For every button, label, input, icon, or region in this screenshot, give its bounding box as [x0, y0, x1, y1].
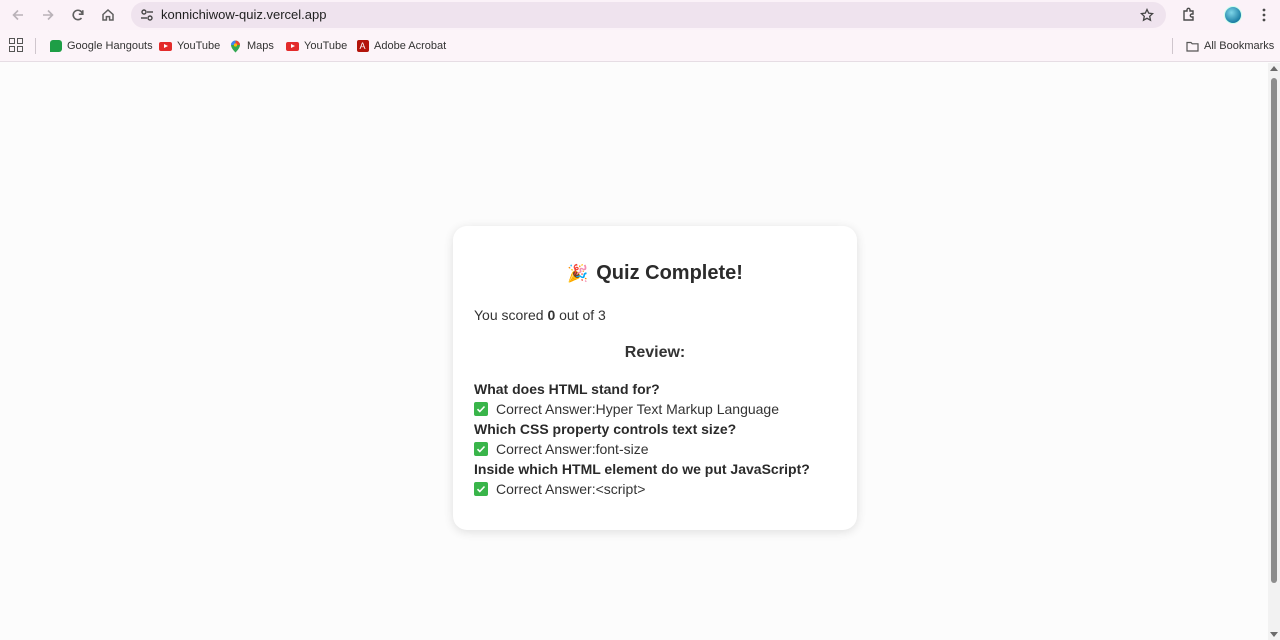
folder-icon [1186, 40, 1199, 53]
acrobat-icon: A [356, 40, 369, 53]
profile-avatar[interactable] [1224, 6, 1242, 24]
bookmarks-bar: Google Hangouts YouTube Maps YouTube A A… [0, 30, 1280, 62]
page-scrollbar[interactable] [1268, 63, 1280, 640]
back-arrow-icon [12, 9, 23, 21]
quiz-title-text: Quiz Complete! [596, 262, 743, 284]
answer-text: Hyper Text Markup Language [595, 401, 780, 417]
answer-prefix: Correct Answer: [496, 441, 596, 457]
party-popper-icon: 🎉 [567, 264, 589, 283]
bookmarks-divider [35, 38, 36, 54]
score-suffix: out of 3 [555, 307, 606, 323]
star-icon [1140, 8, 1154, 22]
apps-grid-icon[interactable] [9, 38, 23, 52]
kebab-menu-icon [1262, 8, 1266, 22]
bookmark-adobe-acrobat[interactable]: A Adobe Acrobat [356, 38, 446, 54]
maps-pin-icon [229, 40, 242, 53]
youtube-icon [159, 40, 172, 53]
review-answer: Correct Answer: Hyper Text Markup Langua… [474, 401, 779, 417]
home-icon [102, 8, 114, 21]
answer-text: <script> [595, 481, 646, 497]
quiz-title: 🎉 Quiz Complete! [453, 262, 857, 285]
bookmark-youtube[interactable]: YouTube [159, 38, 220, 54]
forward-arrow-icon [43, 9, 54, 21]
answer-prefix: Correct Answer: [496, 481, 596, 497]
bookmark-star-button[interactable] [1138, 6, 1156, 24]
site-info-button[interactable] [138, 6, 156, 24]
review-question: Inside which HTML element do we put Java… [474, 461, 810, 477]
url-text[interactable]: konnichiwow-quiz.vercel.app [161, 7, 326, 22]
answer-prefix: Correct Answer: [496, 401, 596, 417]
bookmark-label: YouTube [177, 40, 221, 52]
tune-icon [141, 9, 153, 21]
home-button[interactable] [97, 4, 119, 26]
scroll-thumb[interactable] [1271, 78, 1277, 583]
youtube-icon [286, 40, 299, 53]
score-line: You scored 0 out of 3 [474, 307, 606, 323]
bookmark-youtube[interactable]: YouTube [286, 38, 347, 54]
address-bar[interactable]: konnichiwow-quiz.vercel.app [131, 2, 1166, 28]
scroll-down-arrow-icon[interactable] [1270, 632, 1278, 637]
answer-text: font-size [595, 441, 649, 457]
forward-button[interactable] [37, 4, 59, 26]
check-mark-icon [474, 482, 488, 496]
check-mark-icon [474, 402, 488, 416]
browser-menu-button[interactable] [1253, 4, 1275, 26]
bookmark-maps[interactable]: Maps [229, 38, 274, 54]
review-answer: Correct Answer: <script> [474, 481, 645, 497]
back-button[interactable] [7, 4, 29, 26]
bookmark-label: Google Hangouts [67, 40, 153, 52]
review-answer: Correct Answer: font-size [474, 441, 649, 457]
reload-button[interactable] [67, 4, 89, 26]
puzzle-icon [1183, 7, 1194, 21]
scroll-up-arrow-icon[interactable] [1270, 66, 1278, 71]
bookmark-label: Adobe Acrobat [374, 40, 447, 52]
all-bookmarks-label: All Bookmarks [1204, 40, 1275, 52]
bookmark-label: Maps [247, 40, 274, 52]
extensions-button[interactable] [1178, 4, 1200, 26]
browser-toolbar: konnichiwow-quiz.vercel.app [0, 0, 1280, 30]
bookmark-label: YouTube [304, 40, 348, 52]
review-heading: Review: [624, 344, 686, 361]
check-mark-icon [474, 442, 488, 456]
bookmarks-divider [1172, 38, 1173, 54]
all-bookmarks-button[interactable]: All Bookmarks [1186, 38, 1274, 54]
bookmark-google-hangouts[interactable]: Google Hangouts [49, 38, 153, 54]
quiz-result-card: 🎉 Quiz Complete! You scored 0 out of 3 Re… [453, 226, 857, 530]
review-question: What does HTML stand for? [474, 381, 660, 397]
hangouts-icon [49, 40, 62, 53]
reload-icon [72, 9, 84, 21]
score-prefix: You scored [474, 307, 548, 323]
review-question: Which CSS property controls text size? [474, 421, 737, 437]
